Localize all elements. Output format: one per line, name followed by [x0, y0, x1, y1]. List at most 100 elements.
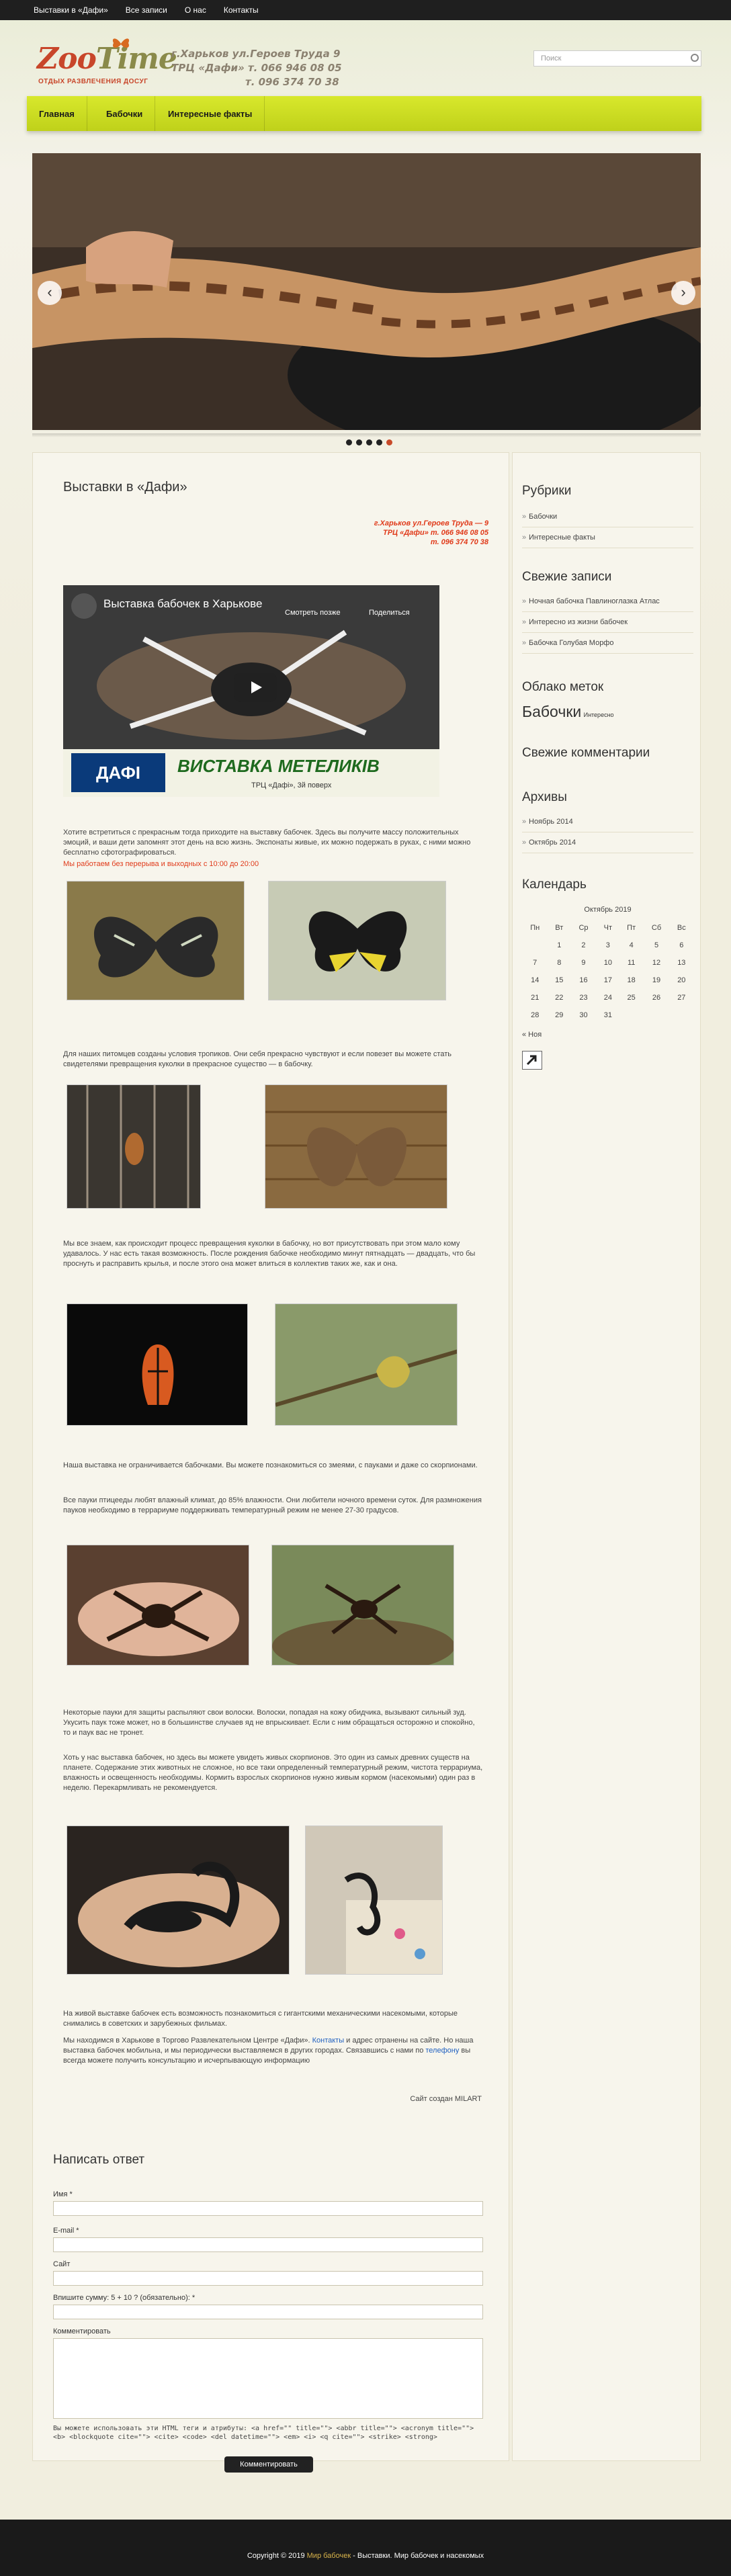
- logo-tagline: ОТДЫХ РАЗВЛЕЧЕНИЯ ДОСУГ: [38, 78, 148, 85]
- share-button[interactable]: Поделиться: [369, 609, 410, 617]
- top-bar: Выставки в «Дафи» Все записи О нас Конта…: [0, 0, 731, 20]
- scorpion-photo: [305, 1826, 443, 1975]
- image-slider: ‹ ›: [32, 153, 701, 430]
- top-nav-exhibitions[interactable]: Выставки в «Дафи»: [34, 5, 108, 15]
- sidebar: Рубрики Бабочки Интересные факты Свежие …: [512, 452, 701, 2461]
- calendar-day: 6: [679, 941, 684, 949]
- name-field[interactable]: [53, 2201, 483, 2216]
- calendar-day: 5: [654, 941, 659, 949]
- captcha-field[interactable]: [53, 2305, 483, 2319]
- calendar-week: 21 22 23 24 25 26 27: [522, 989, 693, 1006]
- email-label: E-mail *: [53, 2227, 79, 2235]
- header-contact-line: г.Харьков ул.Героев Труда 9: [171, 48, 341, 60]
- slider-dot[interactable]: [346, 439, 352, 445]
- calendar-day: 22: [555, 994, 564, 1002]
- footer-brand-link[interactable]: Мир бабочек: [307, 2552, 351, 2560]
- widget-title-comments: Свежие комментарии: [522, 746, 650, 760]
- recent-post-item[interactable]: Бабочка Голубая Морфо: [522, 633, 693, 654]
- site-logo[interactable]: ZooTime ОТДЫХ РАЗВЛЕЧЕНИЯ ДОСУГ: [37, 38, 177, 90]
- reply-form: Написать ответ Имя * E-mail * Сайт Впиши…: [53, 2153, 490, 2473]
- phone-link[interactable]: телефону: [425, 2047, 459, 2055]
- recent-posts-list: Ночная бабочка Павлиноглазка Атлас Интер…: [522, 591, 693, 654]
- contacts-link[interactable]: Контакты: [312, 2036, 345, 2045]
- header-contact-line: т. 096 374 70 38: [245, 76, 339, 88]
- top-nav-about[interactable]: О нас: [185, 5, 206, 15]
- search-icon[interactable]: [691, 54, 699, 62]
- calendar-day: 24: [603, 994, 612, 1002]
- widget-title-archive: Архивы: [522, 790, 567, 804]
- video-title[interactable]: Выставка бабочек в Харькове: [103, 597, 262, 611]
- post-content: Выставки в «Дафи» г.Харьков ул.Героев Тр…: [32, 452, 509, 2473]
- moth-photo: [265, 1084, 447, 1209]
- video-banner: ДАФІ ВИСТАВКА МЕТЕЛИКІВ ТРЦ «Дафі», 3й п…: [63, 749, 439, 797]
- archive-item[interactable]: Ноябрь 2014: [522, 812, 693, 832]
- hours-text: Мы работаем без перерыва и выходных с 10…: [63, 860, 259, 868]
- calendar-prev-link[interactable]: « Ноя: [522, 1024, 693, 1039]
- slider-dot-active[interactable]: [386, 439, 392, 445]
- calendar-day: 12: [652, 959, 661, 967]
- calendar-day-header: Вс: [677, 924, 686, 932]
- submit-comment-button[interactable]: Комментировать: [224, 2456, 313, 2473]
- name-label: Имя *: [53, 2190, 73, 2198]
- footer-text: - Выставки. Мир бабочек и насекомых: [351, 2552, 484, 2560]
- calendar-day: 21: [531, 994, 540, 1002]
- rubric-item[interactable]: Интересные факты: [522, 527, 693, 548]
- recent-post-item[interactable]: Интересно из жизни бабочек: [522, 612, 693, 633]
- paragraph: Хоть у нас выставка бабочек, но здесь вы…: [63, 1754, 483, 1792]
- slider-dots: [346, 439, 392, 445]
- site-label: Сайт: [53, 2260, 71, 2268]
- calendar-day: 30: [579, 1011, 588, 1019]
- butterfly-icon: [112, 38, 130, 48]
- slider-shadow: [32, 433, 701, 437]
- rubric-item[interactable]: Бабочки: [522, 507, 693, 527]
- slider-prev-button[interactable]: ‹: [38, 281, 62, 305]
- post-address-line: т. 096 374 70 38: [430, 538, 488, 546]
- calendar-day-header: Вт: [555, 924, 564, 932]
- watch-later-button[interactable]: Смотреть позже: [285, 609, 341, 617]
- calendar-day: 3: [605, 941, 610, 949]
- calendar-day: 9: [581, 959, 586, 967]
- calendar-day: 19: [652, 976, 661, 984]
- paragraph: Мы все знаем, как происходит процесс пре…: [63, 1240, 476, 1268]
- comment-textarea[interactable]: [53, 2338, 483, 2419]
- channel-avatar[interactable]: [71, 593, 97, 619]
- slider-next-button[interactable]: ›: [671, 281, 695, 305]
- widget-title-rubrics: Рубрики: [522, 484, 572, 498]
- logo-word-a: Zoo: [37, 42, 97, 76]
- archive-item[interactable]: Октябрь 2014: [522, 832, 693, 853]
- post-address-line: г.Харьков ул.Героев Труда — 9: [374, 519, 488, 527]
- play-button[interactable]: [234, 673, 277, 702]
- calendar-day-header: Сб: [651, 924, 662, 932]
- tag-butterflies[interactable]: Бабочки: [522, 703, 581, 720]
- search-input[interactable]: Поиск: [533, 50, 701, 67]
- slider-dot[interactable]: [356, 439, 362, 445]
- logo-word-b: Time: [95, 42, 177, 76]
- email-field[interactable]: [53, 2237, 483, 2252]
- youtube-video[interactable]: Выставка бабочек в Харькове Смотреть поз…: [63, 585, 439, 797]
- site-field[interactable]: [53, 2271, 483, 2286]
- slider-dot[interactable]: [366, 439, 372, 445]
- slider-dot[interactable]: [376, 439, 382, 445]
- main-nav-facts[interactable]: Интересные факты: [156, 96, 265, 131]
- reply-title: Написать ответ: [53, 2153, 145, 2167]
- paragraph: Наша выставка не ограничивается бабочкам…: [63, 1461, 478, 1469]
- scorpion-photo: [67, 1826, 290, 1975]
- top-nav-all-posts[interactable]: Все записи: [126, 5, 167, 15]
- butterfly-photo: [67, 881, 245, 1000]
- calendar-day: 23: [579, 994, 588, 1002]
- calendar-day: 20: [677, 976, 686, 984]
- paragraph: На живой выставке бабочек есть возможнос…: [63, 2010, 458, 2028]
- main-nav-home[interactable]: Главная: [27, 96, 87, 131]
- recent-post-item[interactable]: Ночная бабочка Павлиноглазка Атлас: [522, 591, 693, 612]
- calendar-day: [522, 937, 548, 954]
- top-nav-contacts[interactable]: Контакты: [224, 5, 259, 15]
- spider-photo: [271, 1545, 454, 1666]
- archive-list: Ноябрь 2014 Октябрь 2014: [522, 812, 693, 853]
- scroll-up-icon[interactable]: [522, 1051, 542, 1070]
- calendar-day: 14: [531, 976, 540, 984]
- calendar-day: 17: [603, 976, 612, 984]
- main-nav-butterflies[interactable]: Бабочки: [94, 96, 156, 131]
- tag-interesting[interactable]: Интересно: [584, 712, 614, 718]
- footer-text: Copyright © 2019: [247, 2552, 307, 2560]
- footer: Copyright © 2019 Мир бабочек - Выставки.…: [0, 2520, 731, 2576]
